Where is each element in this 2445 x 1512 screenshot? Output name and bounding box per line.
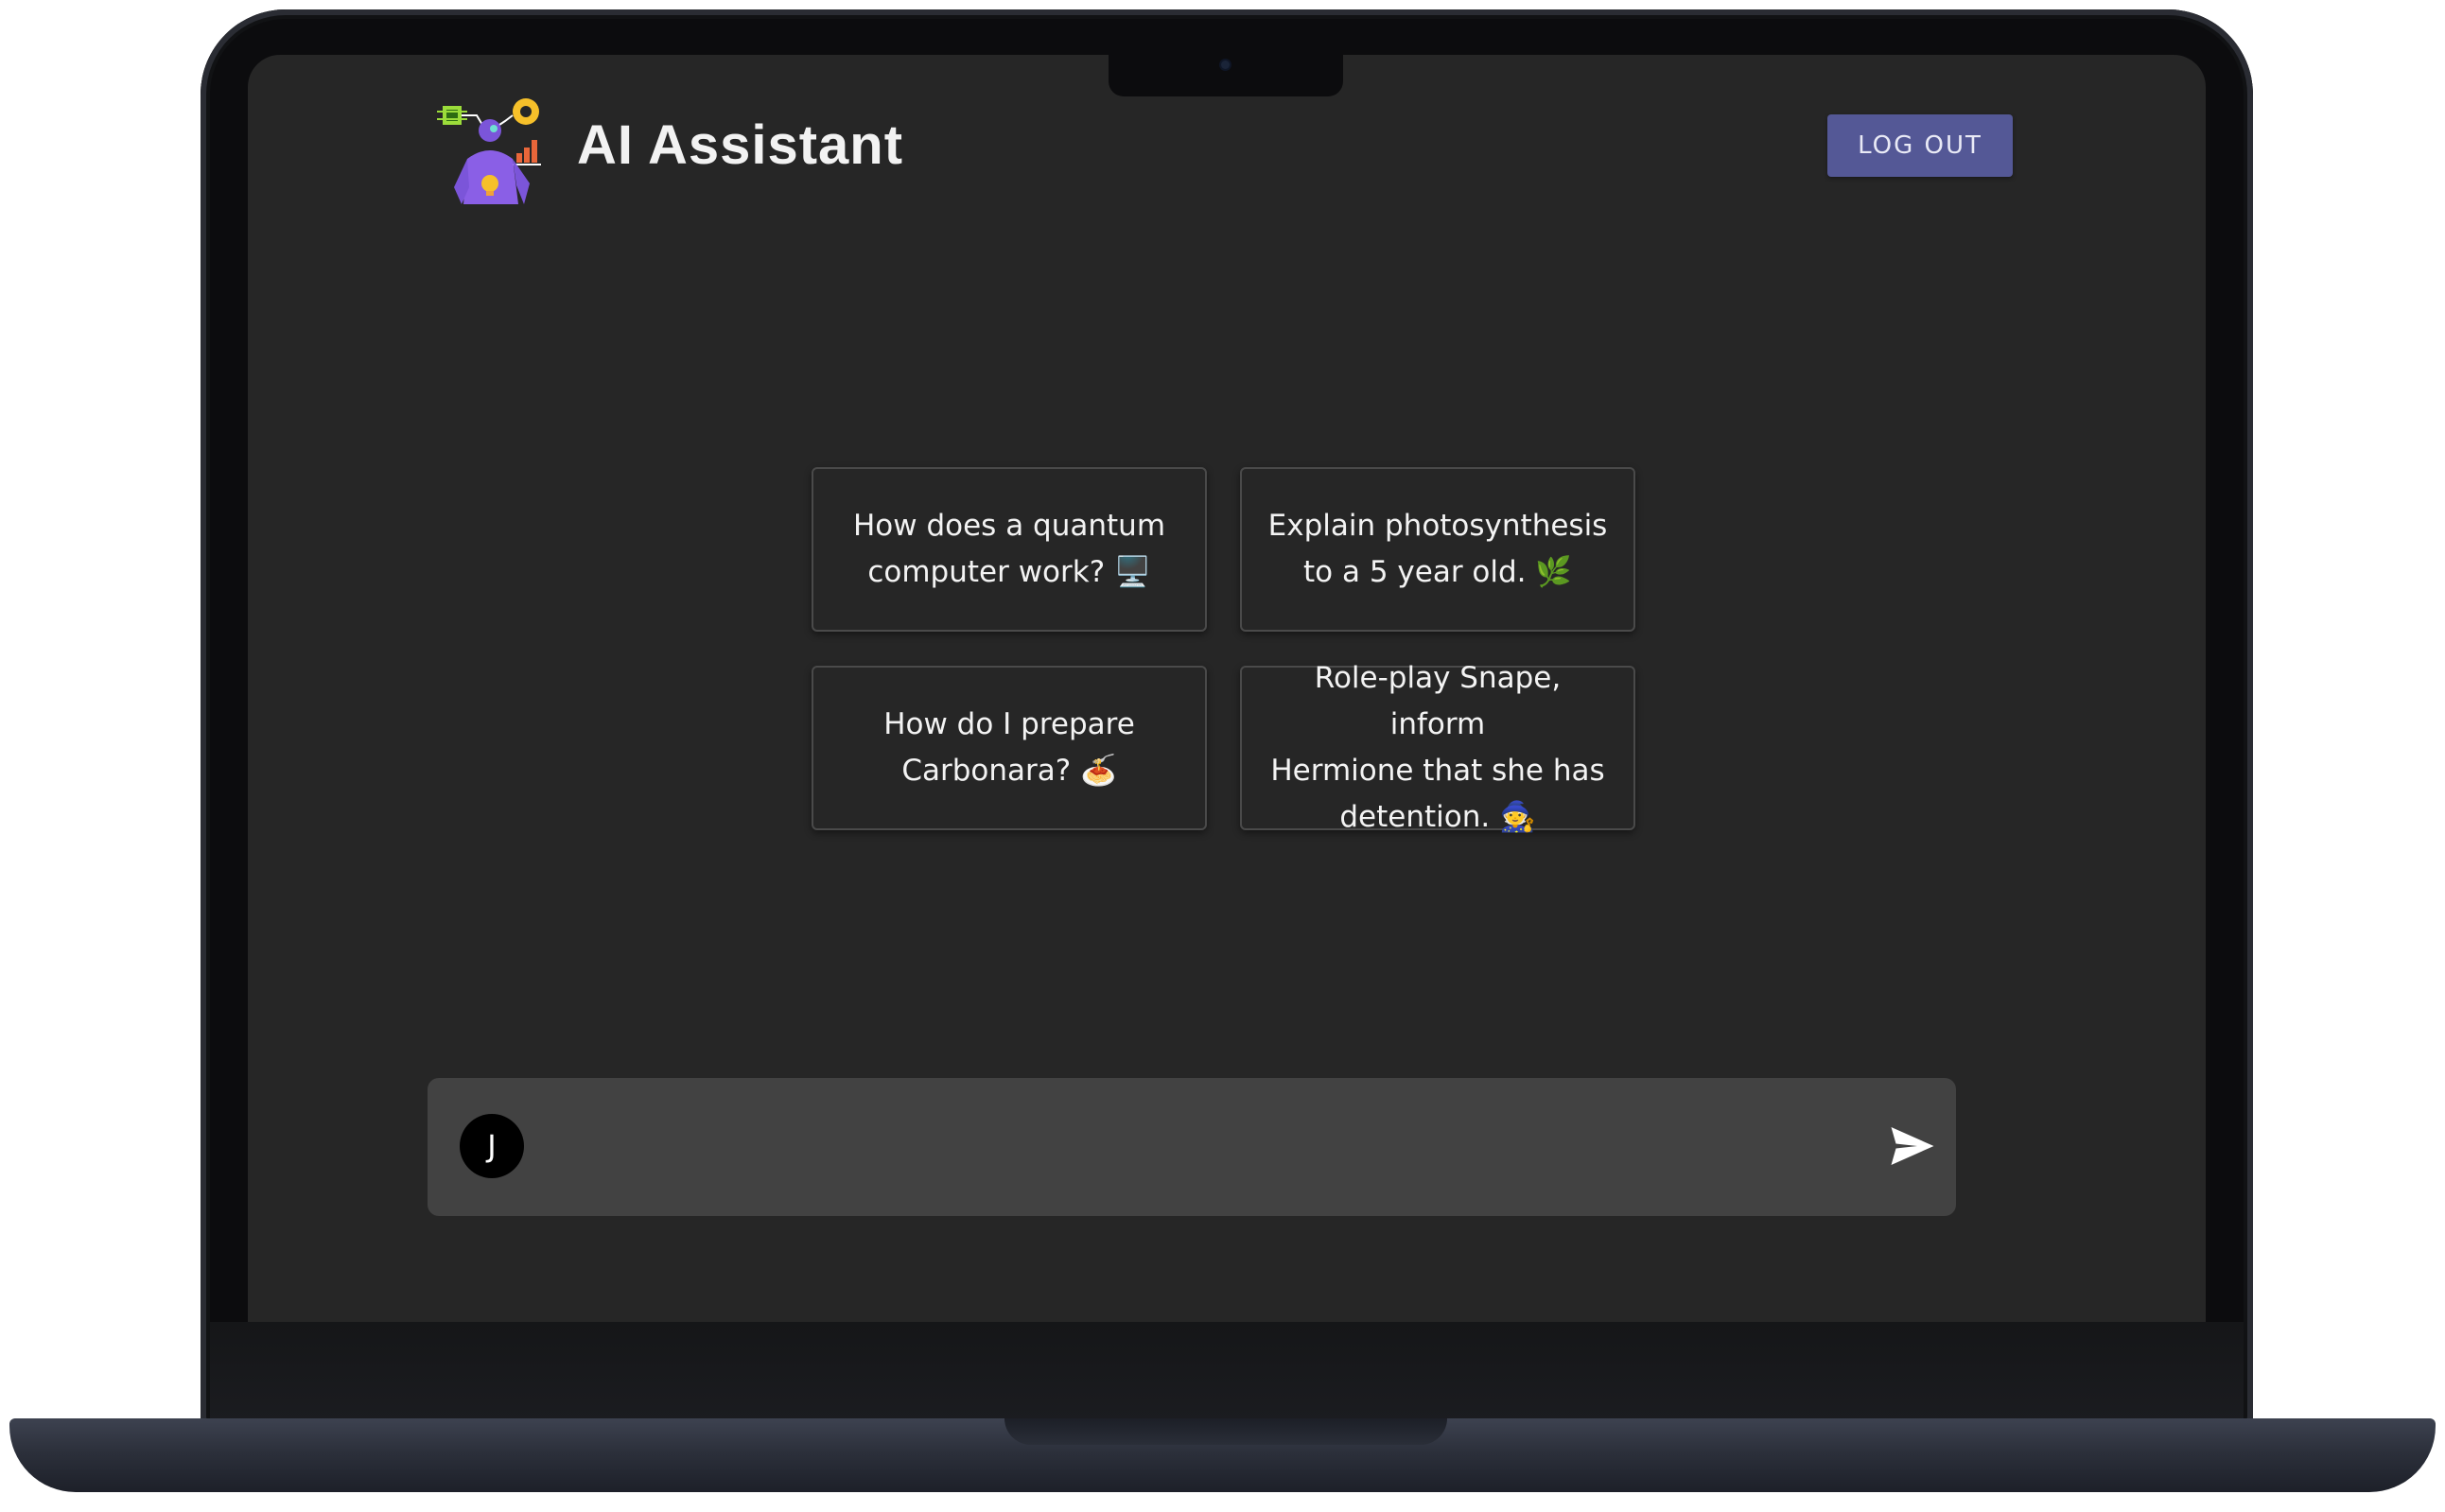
prompt-card-photosynthesis[interactable]: Explain photosynthesis to a 5 year old. …	[1240, 467, 1635, 632]
camera-icon	[1221, 61, 1230, 69]
laptop-chin	[210, 1322, 2244, 1421]
prompt-card-snape[interactable]: Role-play Snape, inform Hermione that sh…	[1240, 661, 1635, 834]
logout-button[interactable]: LOG OUT	[1827, 114, 2013, 177]
prompt-card-text: Role-play Snape, inform Hermione that sh…	[1270, 661, 1605, 834]
chat-input-bar: J	[428, 1078, 1956, 1216]
prompt-card-text: How does a quantum computer work? 🖥️	[852, 509, 1166, 589]
laptop-mockup: AI Assistant LOG OUT How does a quantum …	[0, 0, 2445, 1512]
laptop-base-lip	[1004, 1418, 1447, 1445]
send-button[interactable]	[1884, 1118, 1941, 1174]
message-input[interactable]	[550, 1106, 1860, 1190]
prompt-card-carbonara[interactable]: How do I prepare Carbonara? 🍝	[812, 666, 1207, 830]
send-icon	[1891, 1127, 1934, 1165]
app-screen: AI Assistant LOG OUT How does a quantum …	[248, 55, 2206, 1322]
user-avatar: J	[460, 1114, 524, 1178]
prompt-card-quantum[interactable]: How does a quantum computer work? 🖥️	[812, 467, 1207, 632]
app-title: AI Assistant	[577, 114, 904, 176]
prompt-card-text: How do I prepare Carbonara? 🍝	[883, 707, 1135, 788]
camera-notch	[1109, 55, 1343, 96]
prompt-card-text: Explain photosynthesis to a 5 year old. …	[1267, 509, 1608, 589]
robot-assistant-icon	[437, 98, 541, 204]
